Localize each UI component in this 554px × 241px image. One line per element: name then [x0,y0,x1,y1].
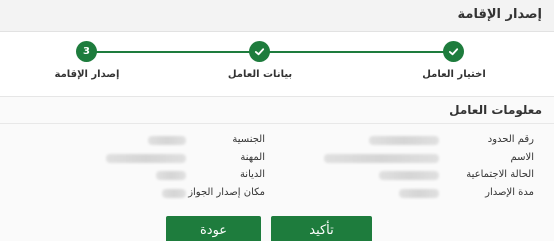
page-title: إصدار الإقامة [457,7,542,22]
step-2-label: بيانات العامل [227,69,293,80]
nationality-label: الجنسية [232,134,265,145]
issue-duration-label: مدة الإصدار [485,187,534,198]
border-number-label: رقم الحدود [487,134,534,145]
back-button[interactable]: عودة [166,216,261,241]
border-number-value [369,136,439,145]
religion-value [156,171,186,180]
issue-duration-value [399,189,439,198]
profession-label: المهنة [240,152,265,163]
step-3-number: 3 [76,41,97,62]
step-1-done-check-icon [443,41,464,62]
name-label: الاسم [510,152,534,163]
profession-value [106,154,186,163]
page-header: إصدار الإقامة [0,0,554,32]
step-1-label: اختيار العامل [422,69,486,80]
nationality-value [148,136,186,145]
confirm-button[interactable]: تأكيد [271,216,372,241]
step-2-done-check-icon [249,41,270,62]
section-title: معلومات العامل [449,103,542,117]
progress-stepper: اختيار العامل بيانات العامل 3 إصدار الإق… [0,32,554,92]
worker-info-section: معلومات العامل رقم الحدود الاسم الحالة ا… [0,96,554,241]
step-3-label: إصدار الإقامة [54,69,120,80]
name-value [324,154,439,163]
marital-status-label: الحالة الاجتماعية [466,169,534,180]
passport-issue-place-value [162,189,186,198]
marital-status-value [379,171,439,180]
religion-label: الديانة [239,169,265,180]
page: إصدار الإقامة اختيار العامل بيانات العام… [0,0,554,241]
stepper-line [86,51,455,53]
section-divider [0,123,554,124]
passport-issue-place-label: مكان إصدار الجواز [188,187,265,198]
